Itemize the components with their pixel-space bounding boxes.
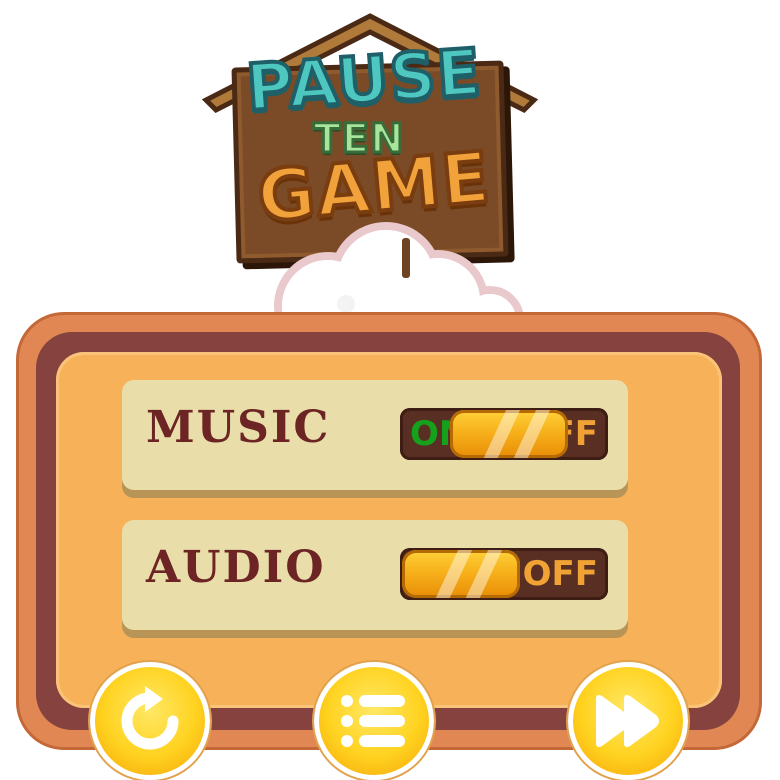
audio-label: AUDIO — [146, 542, 326, 593]
resume-button[interactable] — [568, 662, 688, 780]
audio-toggle-off-text: OFF — [522, 554, 598, 594]
music-label: MUSIC — [146, 402, 331, 453]
audio-toggle[interactable]: ON OFF — [400, 548, 608, 600]
music-toggle-knob[interactable] — [450, 410, 568, 458]
music-setting-row: MUSIC ON OFF — [122, 380, 628, 490]
audio-setting-row: AUDIO ON OFF — [122, 520, 628, 630]
music-toggle[interactable]: ON OFF — [400, 408, 608, 460]
list-menu-icon — [341, 695, 405, 747]
fast-forward-icon — [596, 695, 659, 747]
restart-button[interactable] — [90, 662, 210, 780]
audio-toggle-knob[interactable] — [402, 550, 520, 598]
menu-button[interactable] — [314, 662, 434, 780]
sign-post — [402, 238, 410, 278]
restart-icon — [121, 686, 179, 750]
